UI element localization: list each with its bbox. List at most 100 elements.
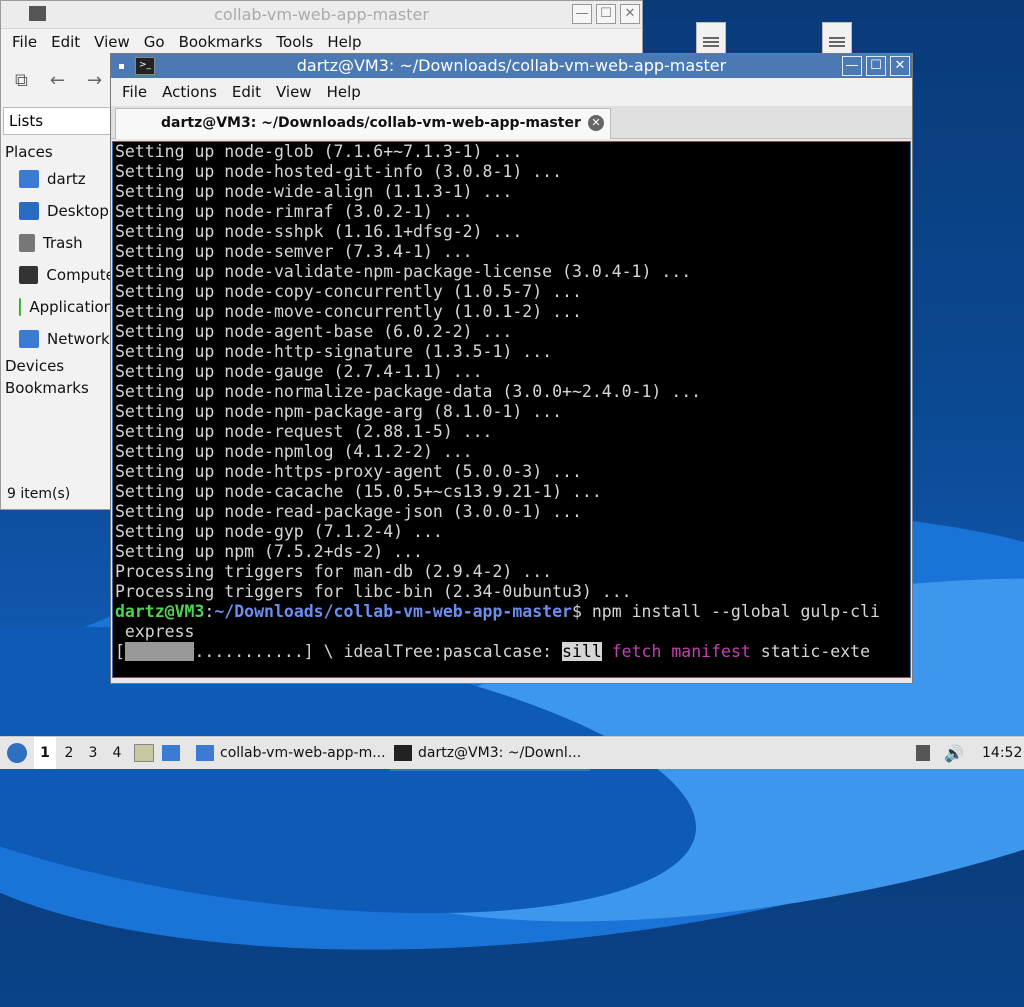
workspace-1-button[interactable]: 1: [34, 737, 56, 769]
sidebar-item-computer[interactable]: Computer: [1, 259, 121, 291]
sidebar-item-applications[interactable]: Applications: [1, 291, 121, 323]
show-desktop-launcher[interactable]: [162, 737, 180, 769]
terminal-output-line: Setting up node-npmlog (4.1.2-2) ...: [115, 442, 473, 461]
terminal-output-line: Setting up node-hosted-git-info (3.0.8-1…: [115, 162, 563, 181]
menu-bookmarks[interactable]: Bookmarks: [172, 33, 270, 51]
progress-tail: static-exte: [750, 642, 871, 661]
sidebar-item-desktop[interactable]: Desktop: [1, 195, 121, 227]
sidebar-item-label: Desktop: [47, 202, 109, 220]
sidebar: Places dartz Desktop Trash Computer Appl…: [1, 141, 121, 399]
progress-line: [#######...........] \ idealTree:pascalc…: [115, 642, 870, 662]
sidebar-item-label: dartz: [47, 170, 86, 188]
progress-bar-fill: #######: [124, 642, 195, 661]
close-button[interactable]: ✕: [890, 56, 910, 76]
menu-view[interactable]: View: [269, 83, 320, 101]
clock[interactable]: 14:52: [982, 737, 1022, 769]
workspace-3-button[interactable]: 3: [82, 737, 104, 769]
menu-help[interactable]: Help: [320, 83, 369, 101]
taskbar-task-file-manager[interactable]: collab-vm-web-app-m...: [192, 737, 388, 769]
workspace-4-button[interactable]: 4: [106, 737, 128, 769]
sidebar-item-label: Trash: [43, 234, 83, 252]
back-icon[interactable]: ←: [50, 70, 65, 91]
menu-file[interactable]: File: [5, 33, 44, 51]
taskbar-task-terminal[interactable]: dartz@VM3: ~/Downl...: [390, 737, 590, 771]
notification-icon: [916, 745, 930, 761]
desktop-file-icon[interactable]: [692, 22, 728, 53]
terminal-title-bar[interactable]: >_ dartz@VM3: ~/Downloads/collab-vm-web-…: [111, 54, 912, 78]
terminal-output-line: Setting up node-request (2.88.1-5) ...: [115, 422, 493, 441]
terminal-output-line: Setting up node-agent-base (6.0.2-2) ...: [115, 322, 513, 341]
terminal-output-line: Setting up node-validate-npm-package-lic…: [115, 262, 692, 281]
trash-icon: [19, 234, 35, 252]
terminal-window: >_ dartz@VM3: ~/Downloads/collab-vm-web-…: [110, 53, 913, 684]
taskbar: 1 2 3 4 collab-vm-web-app-m... dartz@VM3…: [0, 736, 1024, 771]
terminal-output-line: Setting up node-gyp (7.1.2-4) ...: [115, 522, 443, 541]
terminal-output-line: Setting up npm (7.5.2+ds-2) ...: [115, 542, 423, 561]
show-desktop-icon: [162, 745, 180, 761]
start-menu-button[interactable]: [4, 737, 30, 769]
volume-icon[interactable]: 🔊: [944, 737, 964, 769]
log-level-sill: sill: [562, 642, 602, 661]
menu-file[interactable]: File: [115, 83, 155, 101]
menu-tools[interactable]: Tools: [269, 33, 320, 51]
workspace-2-button[interactable]: 2: [58, 737, 80, 769]
tray-notification-icon[interactable]: [916, 737, 930, 769]
log-manifest: manifest: [671, 642, 751, 661]
window-title: collab-vm-web-app-master: [214, 5, 429, 24]
progress-space: [602, 642, 612, 661]
progress-status: ] \ idealTree:pascalcase:: [303, 642, 563, 661]
desktop-folder-icon: [19, 202, 39, 220]
home-folder-icon: [19, 170, 39, 188]
file-manager-launcher[interactable]: [134, 737, 154, 769]
maximize-button[interactable]: ☐: [596, 4, 616, 24]
command-wrap-line: express: [115, 622, 195, 641]
start-menu-icon: [7, 743, 27, 763]
desktop-file-icon[interactable]: [818, 22, 854, 53]
menu-actions[interactable]: Actions: [155, 83, 225, 101]
terminal-output[interactable]: Processing triggers for libc-bin (2.34-0…: [112, 141, 911, 678]
menu-view[interactable]: View: [87, 33, 137, 51]
progress-open-bracket: [: [115, 642, 125, 661]
terminal-output-line: Setting up node-glob (7.1.6+~7.1.3-1) ..…: [115, 142, 523, 161]
terminal-output-line: Setting up node-move-concurrently (1.0.1…: [115, 302, 582, 321]
minimize-button[interactable]: —: [842, 56, 862, 76]
sidebar-item-trash[interactable]: Trash: [1, 227, 121, 259]
sidebar-item-network[interactable]: Network: [1, 323, 121, 355]
terminal-output-line: Setting up node-semver (7.3.4-1) ...: [115, 242, 473, 261]
sidebar-item-label: Network: [47, 330, 110, 348]
terminal-output-line: Setting up node-gauge (2.7.4-1.1) ...: [115, 362, 483, 381]
prompt-path: ~/Downloads/collab-vm-web-app-master: [214, 602, 572, 621]
minimize-button[interactable]: —: [572, 4, 592, 24]
terminal-output-line: Setting up node-http-signature (1.3.5-1)…: [115, 342, 553, 361]
tab-terminal[interactable]: dartz@VM3: ~/Downloads/collab-vm-web-app…: [115, 108, 611, 139]
forward-icon[interactable]: →: [87, 70, 102, 91]
new-window-icon[interactable]: ⧉: [15, 70, 28, 91]
sidebar-item-home[interactable]: dartz: [1, 163, 121, 195]
menu-edit[interactable]: Edit: [225, 83, 269, 101]
prompt-user: dartz@VM3: [115, 602, 205, 621]
devices-header[interactable]: Devices: [1, 355, 121, 377]
progress-bar-empty: ...........: [194, 642, 304, 661]
terminal-output-line: Setting up node-wide-align (1.1.3-1) ...: [115, 182, 513, 201]
prompt-line: dartz@VM3:~/Downloads/collab-vm-web-app-…: [115, 602, 880, 622]
tab-label: dartz@VM3: ~/Downloads/collab-vm-web-app…: [161, 115, 581, 131]
file-manager-title-bar[interactable]: collab-vm-web-app-master — ☐ ✕: [1, 1, 642, 29]
maximize-button[interactable]: ☐: [866, 56, 886, 76]
applications-icon: [19, 298, 22, 316]
menu-edit[interactable]: Edit: [44, 33, 87, 51]
places-header[interactable]: Places: [1, 141, 121, 163]
terminal-output-line: Setting up node-normalize-package-data (…: [115, 382, 702, 401]
bookmarks-header[interactable]: Bookmarks: [1, 377, 121, 399]
network-folder-icon: [19, 330, 39, 348]
folder-icon: [196, 745, 214, 761]
task-label: collab-vm-web-app-m...: [220, 745, 386, 761]
close-button[interactable]: ✕: [620, 4, 640, 24]
menu-help[interactable]: Help: [320, 33, 368, 51]
computer-icon: [19, 266, 39, 284]
prompt-colon: :: [204, 602, 215, 621]
terminal-output-line: Setting up node-rimraf (3.0.2-1) ...: [115, 202, 473, 221]
close-tab-icon[interactable]: ✕: [588, 115, 604, 131]
terminal-output-line: Processing triggers for man-db (2.9.4-2)…: [115, 562, 553, 581]
menu-go[interactable]: Go: [137, 33, 172, 51]
terminal-output-line: Setting up node-https-proxy-agent (5.0.0…: [115, 462, 582, 481]
